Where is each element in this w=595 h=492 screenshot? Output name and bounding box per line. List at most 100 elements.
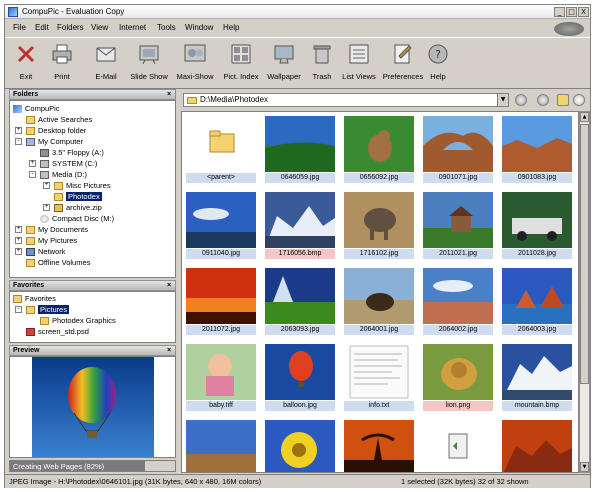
maximize-button[interactable]: □ bbox=[566, 7, 577, 17]
file-thumbnail[interactable]: 1716102.jpg bbox=[342, 190, 416, 263]
tree-item-network[interactable]: Network bbox=[26, 246, 66, 257]
tree-item-offline-volumes[interactable]: Offline Volumes bbox=[26, 257, 90, 268]
file-thumbnail[interactable]: 0646059.jpg bbox=[263, 114, 337, 187]
expand-icon[interactable]: + bbox=[43, 182, 50, 189]
exit-button[interactable]: Exit bbox=[11, 40, 41, 88]
favorites-item-photodex-graphics[interactable]: Photodex Graphics bbox=[40, 315, 116, 326]
tree-item-desktop-folder[interactable]: Desktop folder bbox=[26, 125, 86, 136]
collapse-icon[interactable]: - bbox=[15, 138, 22, 145]
favorites-item-pictures[interactable]: Pictures bbox=[26, 304, 70, 315]
wallpaper-button[interactable]: Wallpaper bbox=[265, 40, 303, 88]
menu-tools[interactable]: Tools bbox=[157, 23, 176, 32]
file-thumbnail[interactable]: 0901071.jpg bbox=[421, 114, 495, 187]
trash-button[interactable]: Trash bbox=[307, 40, 337, 88]
file-thumbnail[interactable]: 2064002.jpg bbox=[421, 266, 495, 339]
tree-item-misc-pictures[interactable]: Misc Pictures bbox=[54, 180, 111, 191]
email-button[interactable]: E-Mail bbox=[89, 40, 123, 88]
slide-show-button[interactable]: Slide Show bbox=[129, 40, 169, 88]
file-thumbnail[interactable]: 2011028.jpg bbox=[500, 190, 574, 263]
image-thumbnail bbox=[344, 116, 414, 172]
expand-icon[interactable]: + bbox=[43, 204, 50, 211]
file-thumbnail[interactable]: 2011072.jpg bbox=[184, 266, 258, 339]
menu-folders[interactable]: Folders bbox=[57, 23, 84, 32]
maxi-show-button[interactable]: Maxi-Show bbox=[175, 40, 215, 88]
image-thumbnail bbox=[423, 192, 493, 248]
favorites-item-favorites[interactable]: Favorites bbox=[13, 293, 56, 304]
vertical-scrollbar[interactable]: ▲ ▼ bbox=[579, 111, 590, 473]
cd-icon bbox=[40, 215, 49, 224]
pict-index-button[interactable]: Pict. Index bbox=[221, 40, 261, 88]
scroll-down-icon[interactable]: ▼ bbox=[580, 462, 589, 472]
tree-item-active-searches[interactable]: Active Searches bbox=[26, 114, 92, 125]
tree-item-label: Network bbox=[38, 247, 66, 256]
file-thumbnail[interactable]: lion.png bbox=[421, 342, 495, 415]
expand-icon[interactable]: + bbox=[15, 127, 22, 134]
collapse-icon[interactable]: - bbox=[29, 171, 36, 178]
file-thumbnail[interactable]: sound.wav bbox=[421, 418, 495, 472]
window-title: CompuPic - Evaluation Copy bbox=[22, 7, 125, 16]
tree-item-compact-disc[interactable]: Compact Disc (M:) bbox=[40, 213, 114, 224]
expand-icon[interactable]: + bbox=[15, 248, 22, 255]
close-icon[interactable]: × bbox=[165, 91, 173, 99]
file-thumbnail[interactable]: sail.jpg bbox=[342, 418, 416, 472]
tree-item-photodex[interactable]: Photodex bbox=[54, 191, 102, 202]
close-icon[interactable]: × bbox=[165, 282, 173, 290]
file-thumbnail[interactable]: 2064003.jpg bbox=[500, 266, 574, 339]
tree-item-archive-zip[interactable]: archive.zip bbox=[54, 202, 102, 213]
file-thumbnail[interactable]: balloon.jpg bbox=[263, 342, 337, 415]
file-thumbnail[interactable]: z.jpg bbox=[500, 418, 574, 472]
file-thumbnail[interactable]: P0001128.JPG bbox=[184, 418, 258, 472]
scroll-up-icon[interactable]: ▲ bbox=[580, 112, 589, 122]
preferences-button[interactable]: Preferences bbox=[381, 40, 425, 88]
list-views-button[interactable]: List Views bbox=[339, 40, 379, 88]
file-thumbnail[interactable]: 0656092.jpg bbox=[342, 114, 416, 187]
path-input[interactable]: D:\Media\Photodex ▼ bbox=[183, 93, 509, 107]
image-thumbnail bbox=[344, 192, 414, 248]
folder-up-icon[interactable] bbox=[557, 94, 569, 106]
tree-item-system-c[interactable]: SYSTEM (C:) bbox=[40, 158, 97, 169]
close-icon[interactable]: × bbox=[165, 347, 173, 355]
file-thumbnail[interactable]: info.txt bbox=[342, 342, 416, 415]
collapse-icon[interactable]: - bbox=[15, 306, 22, 313]
file-thumbnail[interactable]: baby.tiff bbox=[184, 342, 258, 415]
file-thumbnail[interactable]: 0901083.jpg bbox=[500, 114, 574, 187]
menu-help[interactable]: Help bbox=[223, 23, 239, 32]
menu-file[interactable]: File bbox=[13, 23, 26, 32]
minimize-button[interactable]: _ bbox=[554, 7, 565, 17]
menu-internet[interactable]: Internet bbox=[119, 23, 146, 32]
file-thumbnail[interactable]: 0911040.jpg bbox=[184, 190, 258, 263]
file-thumbnail[interactable]: 2064001.jpg bbox=[342, 266, 416, 339]
help-button[interactable]: ? Help bbox=[425, 40, 451, 88]
sound-file-icon bbox=[423, 420, 493, 472]
forward-icon[interactable] bbox=[537, 94, 549, 106]
file-thumbnail[interactable]: <parent> bbox=[184, 114, 258, 187]
expand-icon[interactable]: + bbox=[29, 160, 36, 167]
file-thumbnail[interactable]: 2063093.jpg bbox=[263, 266, 337, 339]
tree-item-my-pictures[interactable]: My Pictures bbox=[26, 235, 77, 246]
tree-item-floppy[interactable]: 3.5" Floppy (A:) bbox=[40, 147, 104, 158]
tree-item-my-documents[interactable]: My Documents bbox=[26, 224, 88, 235]
favorites-item-screen-std[interactable]: screen_std.psd bbox=[26, 326, 89, 337]
tree-item-my-computer[interactable]: My Computer bbox=[26, 136, 83, 147]
file-thumbnail[interactable]: 1716056.bmp bbox=[263, 190, 337, 263]
menu-edit[interactable]: Edit bbox=[35, 23, 49, 32]
tree-item-compupic[interactable]: CompuPic bbox=[13, 103, 60, 114]
file-thumbnail[interactable]: P0001129.JPG bbox=[263, 418, 337, 472]
file-thumbnail[interactable]: 2011021.jpg bbox=[421, 190, 495, 263]
expand-icon[interactable]: + bbox=[15, 237, 22, 244]
expand-icon[interactable]: + bbox=[15, 226, 22, 233]
chevron-down-icon[interactable]: ▼ bbox=[497, 94, 508, 106]
close-button[interactable]: X bbox=[578, 7, 589, 17]
file-thumbnail[interactable]: mountain.bmp bbox=[500, 342, 574, 415]
tree-item-label: SYSTEM (C:) bbox=[52, 159, 98, 168]
menu-window[interactable]: Window bbox=[185, 23, 213, 32]
tree-item-media-d[interactable]: Media (D:) bbox=[40, 169, 87, 180]
menu-view[interactable]: View bbox=[91, 23, 108, 32]
print-button[interactable]: Print bbox=[45, 40, 79, 88]
file-name-label: 0646059.jpg bbox=[265, 173, 335, 183]
image-thumbnail bbox=[265, 268, 335, 324]
search-icon[interactable] bbox=[573, 94, 585, 106]
back-icon[interactable] bbox=[515, 94, 527, 106]
scrollbar-thumb[interactable] bbox=[580, 124, 589, 384]
folder-open-icon bbox=[54, 193, 63, 202]
